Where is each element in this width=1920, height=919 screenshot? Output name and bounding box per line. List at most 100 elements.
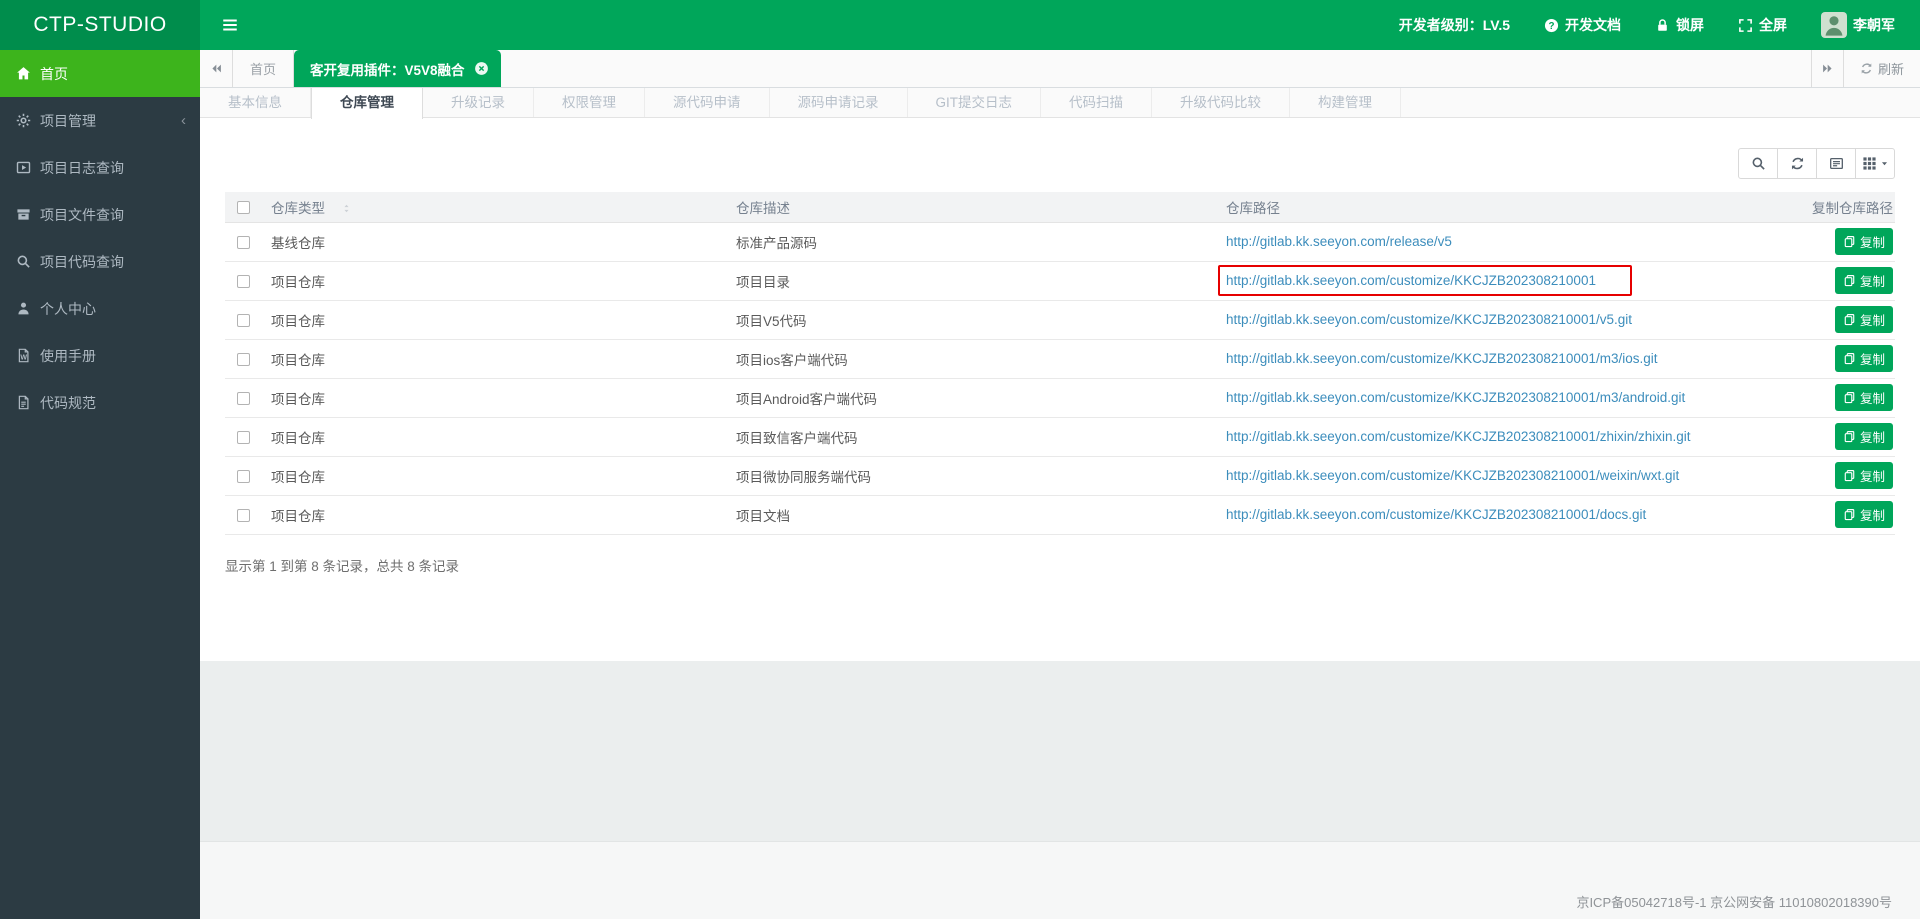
sidebar-item-project-manage[interactable]: 项目管理 ‹ [0,97,200,144]
repo-desc-cell: 项目目录 [730,261,1220,301]
row-checkbox[interactable] [237,352,250,366]
column-header-repo-type[interactable]: 仓库类型 [265,192,730,223]
repo-desc-cell: 项目文档 [730,495,1220,535]
tab-close-icon[interactable] [474,61,489,76]
repo-type-cell: 项目仓库 [265,261,730,301]
repo-type-cell: 项目仓库 [265,456,730,496]
table-header-row: 仓库类型 仓库描述 仓库路径 复制仓库路径 [225,192,1895,223]
repo-url-link[interactable]: http://gitlab.kk.seeyon.com/customize/KK… [1226,273,1596,288]
subtab-8[interactable]: 升级代码比较 [1152,88,1290,117]
copy-button-label: 复制 [1859,431,1885,445]
user-icon [16,301,31,316]
column-header-copy-path: 复制仓库路径 [1765,192,1895,223]
copy-button[interactable]: 复制 [1834,384,1893,411]
app-logo[interactable]: CTP-STUDIO [0,0,200,50]
repo-type-cell: 基线仓库 [265,222,730,262]
svg-text:?: ? [1548,20,1554,31]
table-row: 项目仓库 项目V5代码 http://gitlab.kk.seeyon.com/cu… [225,300,1895,340]
subtab-9[interactable]: 构建管理 [1290,88,1401,117]
content-background [200,661,1920,841]
row-checkbox[interactable] [237,508,250,522]
subtab-7[interactable]: 代码扫描 [1041,88,1152,117]
lock-icon [1655,18,1670,33]
subtab-0[interactable]: 基本信息 [200,88,311,117]
repo-desc-cell: 标准产品源码 [730,222,1220,262]
row-checkbox[interactable] [237,430,250,444]
sidebar-item-label: 项目管理 [40,112,96,129]
subtab-6[interactable]: GIT提交日志 [908,88,1041,117]
select-all-checkbox[interactable] [237,201,250,215]
sidebar-item-project-file[interactable]: 项目文件查询 [0,191,200,238]
subtab-1[interactable]: 仓库管理 [311,88,423,119]
row-checkbox[interactable] [237,313,250,327]
tab-active-plugin[interactable]: 客开复用插件：V5V8融合 [294,50,501,87]
tab-home[interactable]: 首页 [233,50,295,87]
fullscreen-icon [1738,18,1753,33]
repo-url-link[interactable]: http://gitlab.kk.seeyon.com/customize/KK… [1226,468,1679,483]
repo-type-cell: 项目仓库 [265,495,730,535]
repo-url-link[interactable]: http://gitlab.kk.seeyon.com/release/v5 [1226,234,1452,249]
lock-screen-button[interactable]: 锁屏 [1655,15,1704,35]
repo-desc-cell: 项目ios客户端代码 [730,339,1220,379]
developer-level: 开发者级别：LV.5 [1398,17,1510,33]
row-checkbox[interactable] [237,274,250,288]
copy-button[interactable]: 复制 [1834,501,1893,528]
repo-url-link[interactable]: http://gitlab.kk.seeyon.com/customize/KK… [1226,312,1632,327]
table-row: 项目仓库 项目致信客户端代码 http://gitlab.kk.seeyon.com… [225,417,1895,457]
dev-docs-link[interactable]: ? 开发文档 [1544,15,1621,35]
gear-icon [16,113,31,128]
copy-button[interactable]: 复制 [1834,345,1893,372]
table-row: 项目仓库 项目文档 http://gitlab.kk.seeyon.com/cust… [225,495,1895,535]
copy-button[interactable]: 复制 [1834,228,1893,255]
repo-url-link[interactable]: http://gitlab.kk.seeyon.com/customize/KK… [1226,390,1685,405]
sidebar-toggle-icon[interactable] [215,10,245,40]
refresh-tab-button[interactable]: 刷新 [1844,50,1920,87]
detail-view-button[interactable] [1816,148,1856,179]
tab-active-label: 客开复用插件：V5V8融合 [310,62,465,78]
sidebar-item-label: 使用手册 [40,347,96,364]
sidebar-item-label: 项目代码查询 [40,253,124,270]
subtab-4[interactable]: 源代码申请 [645,88,770,117]
search-button[interactable] [1738,148,1778,179]
copy-button-label: 复制 [1859,314,1885,328]
sidebar-item-label: 代码规范 [40,394,96,411]
file-text-icon [16,395,31,410]
table-row: 基线仓库 标准产品源码 http://gitlab.kk.seeyon.com/re… [225,222,1895,262]
repo-type-cell: 项目仓库 [265,378,730,418]
copy-button-label: 复制 [1859,470,1885,484]
repo-url-link[interactable]: http://gitlab.kk.seeyon.com/customize/KK… [1226,429,1691,444]
sort-icon[interactable] [341,202,352,215]
repo-url-link[interactable]: http://gitlab.kk.seeyon.com/customize/KK… [1226,351,1657,366]
subtab-5[interactable]: 源码申请记录 [770,88,908,117]
copy-button[interactable]: 复制 [1834,306,1893,333]
sidebar-item-personal-center[interactable]: 个人中心 [0,285,200,332]
column-header-repo-desc: 仓库描述 [730,192,1220,223]
sidebar-item-home[interactable]: 首页 [0,50,200,97]
refresh-table-button[interactable] [1777,148,1817,179]
sidebar-item-project-code[interactable]: 项目代码查询 [0,238,200,285]
row-checkbox[interactable] [237,391,250,405]
sidebar-item-label: 项目日志查询 [40,159,124,176]
sidebar-item-label: 项目文件查询 [40,206,124,223]
sidebar-item-user-manual[interactable]: W 使用手册 [0,332,200,379]
sidebar-item-code-standard[interactable]: 代码规范 [0,379,200,426]
copy-button-label: 复制 [1859,353,1885,367]
copy-button[interactable]: 复制 [1834,462,1893,489]
user-menu[interactable]: 李朝军 [1821,12,1895,38]
copy-button[interactable]: 复制 [1834,423,1893,450]
subtab-bar: 基本信息 仓库管理 升级记录 权限管理 源代码申请 源码申请记录 GIT提交日志 代码扫描 升级… [200,88,1920,119]
sidebar-item-project-log[interactable]: 项目日志查询 [0,144,200,191]
row-checkbox[interactable] [237,469,250,483]
tabs-scroll-right-button[interactable] [1810,50,1844,87]
fullscreen-button[interactable]: 全屏 [1738,15,1787,35]
copy-button[interactable]: 复制 [1834,267,1893,294]
columns-button[interactable] [1855,148,1895,179]
repository-panel: 仓库类型 仓库描述 仓库路径 复制仓库路径 基线仓库 标准产品源码 http://g… [200,118,1920,661]
repo-url-link[interactable]: http://gitlab.kk.seeyon.com/customize/KK… [1226,507,1646,522]
row-checkbox[interactable] [237,235,250,249]
sidebar-item-label: 个人中心 [40,300,96,317]
tabs-scroll-left-button[interactable] [200,50,233,87]
refresh-icon [1860,62,1873,75]
subtab-3[interactable]: 权限管理 [534,88,645,117]
subtab-2[interactable]: 升级记录 [423,88,534,117]
